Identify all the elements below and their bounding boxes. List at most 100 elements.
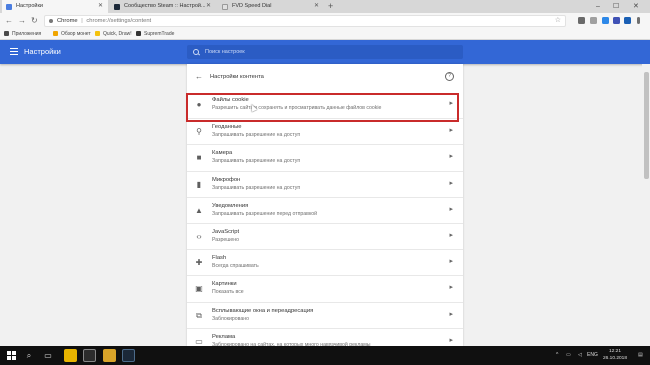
explorer-taskbar-icon[interactable] bbox=[103, 349, 116, 362]
row-subtitle: Показать все bbox=[212, 289, 244, 296]
app-taskbar-icon[interactable] bbox=[83, 349, 96, 362]
tray-chevron-icon[interactable]: ^ bbox=[556, 346, 558, 365]
row-title: Реклама bbox=[212, 333, 236, 340]
row-subtitle: Всегда спрашивать bbox=[212, 263, 259, 270]
tab-steam[interactable]: Сообщество Steam :: Настрой... ✕ bbox=[110, 0, 216, 13]
reload-button[interactable]: ↻ bbox=[31, 13, 38, 29]
windows-start-icon[interactable] bbox=[7, 351, 16, 360]
apps-grid-icon bbox=[4, 30, 9, 36]
extension-screen-icon[interactable] bbox=[624, 17, 631, 24]
bookmark-apps[interactable]: Приложения bbox=[4, 29, 41, 39]
row-subtitle: Запрашивать разрешение на доступ bbox=[212, 184, 301, 191]
extension-blue-icon[interactable] bbox=[613, 17, 620, 24]
maximize-button[interactable]: ☐ bbox=[613, 0, 619, 13]
menu-kebab-icon[interactable] bbox=[637, 17, 640, 24]
secure-icon bbox=[49, 19, 53, 23]
quickdraw-icon bbox=[95, 30, 100, 36]
settings-row-location[interactable]: ⚲ Геоданные Запрашивать разрешение на дост… bbox=[187, 118, 463, 144]
bookmark-star-icon[interactable]: ☆ bbox=[555, 16, 561, 26]
network-icon[interactable]: ▭ bbox=[566, 346, 571, 365]
minimize-button[interactable]: – bbox=[596, 0, 600, 13]
bookmark-label: SupremTrade bbox=[144, 31, 175, 37]
language-indicator[interactable]: ENG bbox=[587, 346, 598, 365]
close-tab-icon[interactable]: ✕ bbox=[314, 0, 319, 13]
puzzle-icon: ✚ bbox=[195, 258, 203, 268]
scrollbar[interactable] bbox=[642, 64, 650, 346]
row-title: Уведомления bbox=[212, 202, 249, 209]
settings-row-microphone[interactable]: ▮ Микрофон Запрашивать разрешение на досту… bbox=[187, 170, 463, 197]
task-view-icon[interactable]: ▭ bbox=[41, 346, 55, 365]
address-bar[interactable]: Chrome | chrome://settings/content ☆ bbox=[44, 15, 566, 27]
settings-row-image[interactable]: ▣ Картинки Показать все ▸ bbox=[187, 275, 463, 301]
search-icon bbox=[193, 48, 199, 55]
tab-title: Настройки bbox=[16, 3, 43, 9]
bell-icon: ▲ bbox=[195, 205, 203, 215]
tab-title: FVD Speed Dial bbox=[232, 3, 272, 9]
extension-link-icon[interactable] bbox=[578, 17, 585, 24]
settings-row-puzzle[interactable]: ✚ Flash Всегда спрашивать ▸ bbox=[187, 249, 463, 275]
address-separator: | bbox=[81, 18, 83, 24]
tab-speed-dial[interactable]: FVD Speed Dial ✕ bbox=[218, 0, 324, 13]
chevron-right-icon: ▸ bbox=[449, 284, 453, 292]
new-tab-button[interactable]: + bbox=[328, 0, 333, 13]
extension-play-icon[interactable] bbox=[602, 17, 609, 24]
microphone-icon: ▮ bbox=[196, 179, 202, 189]
bookmark-supremtrade[interactable]: SupremTrade bbox=[136, 29, 174, 39]
row-subtitle: Запрашивать разрешение на доступ bbox=[212, 132, 301, 139]
scrollbar-thumb[interactable] bbox=[643, 72, 649, 179]
bookmark-label: Quick, Draw! bbox=[103, 31, 132, 37]
ads-icon: ▭ bbox=[195, 336, 203, 346]
menu-icon[interactable] bbox=[10, 48, 18, 56]
extension-gray-icon[interactable] bbox=[590, 17, 597, 24]
row-subtitle: Запрашивать разрешение перед отправкой bbox=[212, 210, 318, 217]
settings-row-camera[interactable]: ■ Камера Запрашивать разрешение на доступ ▸ bbox=[187, 144, 463, 170]
coin-icon bbox=[53, 30, 58, 36]
notifications-icon[interactable]: ▤ bbox=[638, 346, 643, 365]
steam-taskbar-icon[interactable] bbox=[122, 349, 135, 362]
row-title: Камера bbox=[212, 150, 233, 157]
taskbar-clock[interactable]: 12:21 26.10.2018 bbox=[598, 349, 632, 362]
chevron-right-icon: ▸ bbox=[449, 179, 453, 187]
volume-icon[interactable]: ◁ bbox=[578, 346, 582, 365]
bookmark-coins[interactable]: Обзор монет bbox=[53, 29, 91, 39]
chevron-right-icon: ▸ bbox=[449, 205, 453, 213]
supremtrade-icon bbox=[136, 30, 141, 36]
chevron-right-icon: ▸ bbox=[449, 232, 453, 239]
row-title: Микрофон bbox=[212, 176, 241, 183]
settings-row-code[interactable]: ‹› JavaScript Разрешено ▸ bbox=[187, 223, 463, 249]
chevron-right-icon: ▸ bbox=[449, 127, 453, 135]
back-button[interactable]: ← bbox=[5, 13, 13, 29]
chrome-taskbar-icon[interactable] bbox=[64, 349, 77, 362]
image-icon: ▣ bbox=[195, 284, 203, 294]
close-tab-icon[interactable]: ✕ bbox=[206, 0, 211, 13]
bookmark-label: Приложения bbox=[12, 31, 42, 37]
popup-icon: ⧉ bbox=[196, 310, 202, 320]
browser-toolbar: ← → ↻ Chrome | chrome://settings/content… bbox=[0, 13, 650, 29]
back-arrow-icon[interactable]: ← bbox=[195, 72, 203, 82]
bookmarks-bar: Приложения Обзор монет Quick, Draw! Supr… bbox=[0, 29, 650, 40]
settings-header: Настройки Поиск настроек bbox=[0, 40, 650, 64]
camera-icon: ■ bbox=[196, 153, 202, 163]
help-icon[interactable]: ? bbox=[445, 72, 454, 81]
settings-row-popup[interactable]: ⧉ Всплывающие окна и переадресация Заблоки… bbox=[187, 301, 463, 328]
settings-row-ads[interactable]: ▭ Реклама Заблокировано на сайтах, на кото… bbox=[187, 327, 463, 346]
search-taskbar-icon[interactable]: ⌕ bbox=[22, 346, 36, 365]
row-title: Картинки bbox=[212, 281, 237, 288]
code-icon: ‹› bbox=[196, 232, 202, 241]
windows-taskbar: ⌕ ▭ ^ ▭ ◁ ENG 12:21 26.10.2018 ▤ bbox=[0, 346, 650, 365]
bookmark-label: Обзор монет bbox=[61, 31, 91, 37]
row-title: JavaScript bbox=[212, 229, 240, 235]
page-title: Настройки bbox=[24, 47, 61, 56]
search-input[interactable]: Поиск настроек bbox=[187, 45, 463, 59]
address-url: chrome://settings/content bbox=[86, 18, 152, 24]
settings-row-bell[interactable]: ▲ Уведомления Запрашивать разрешение перед… bbox=[187, 196, 463, 223]
close-window-button[interactable]: ✕ bbox=[633, 0, 639, 13]
row-title: Flash bbox=[212, 255, 227, 262]
tab-settings[interactable]: Настройки ✕ bbox=[2, 0, 108, 13]
forward-button[interactable]: → bbox=[18, 13, 26, 29]
tab-title: Сообщество Steam :: Настрой... bbox=[124, 3, 206, 9]
close-tab-icon[interactable]: ✕ bbox=[98, 0, 103, 13]
speed-dial-tab-icon bbox=[222, 3, 228, 10]
bookmark-quickdraw[interactable]: Quick, Draw! bbox=[95, 29, 132, 39]
clock-date: 26.10.2018 bbox=[602, 355, 627, 361]
